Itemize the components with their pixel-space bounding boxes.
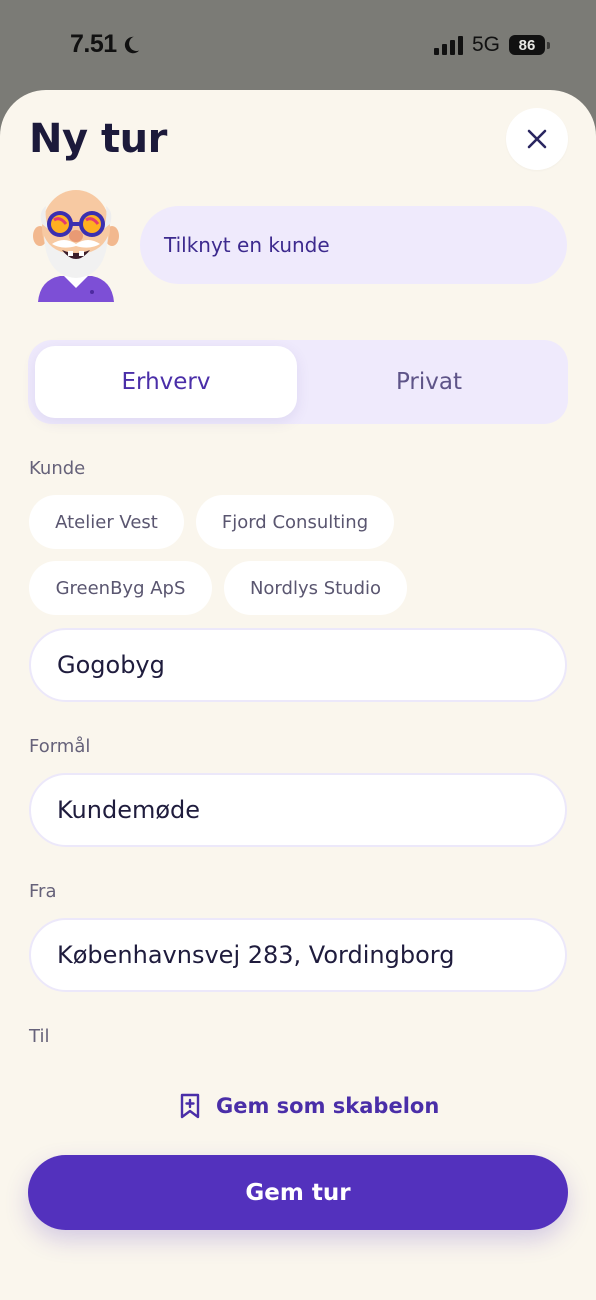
close-button[interactable] — [506, 108, 568, 170]
network-label: 5G — [471, 33, 500, 56]
to-label: Til — [29, 1026, 50, 1047]
customer-label: Kunde — [29, 458, 86, 479]
status-bar: 7.51 5G 86 — [0, 0, 596, 90]
save-as-template-link[interactable]: Gem som skabelon — [178, 1090, 439, 1122]
tab-erhverv[interactable]: Erhverv — [35, 346, 297, 418]
from-label: Fra — [29, 881, 57, 902]
link-customer-prompt[interactable]: Tilknyt en kunde — [140, 206, 567, 284]
trip-type-selector: Erhverv Privat — [28, 340, 568, 424]
status-time: 7.51 — [70, 30, 142, 59]
page-title: Ny tur — [29, 116, 167, 162]
customer-input[interactable]: Gogobyg — [29, 628, 567, 702]
battery-icon: 86 — [509, 35, 550, 55]
bookmark-plus-icon — [180, 1093, 200, 1119]
customer-chip-greenbyg[interactable]: GreenByg ApS — [29, 561, 212, 615]
purpose-input[interactable]: Kundemøde — [29, 773, 567, 847]
status-indicators: 5G 86 — [433, 33, 550, 57]
close-icon — [527, 129, 547, 149]
customer-chip-nordlys-studio[interactable]: Nordlys Studio — [224, 561, 407, 615]
from-address-input[interactable]: Københavnsvej 283, Vordingborg — [29, 918, 567, 992]
mascot-avatar — [33, 190, 119, 302]
save-as-template-label: Gem som skabelon — [216, 1094, 440, 1118]
signal-icon — [433, 35, 463, 55]
tab-privat[interactable]: Privat — [298, 346, 560, 418]
purpose-label: Formål — [29, 736, 91, 757]
time-label: 7.51 — [70, 30, 117, 58]
save-trip-button[interactable]: Gem tur — [28, 1155, 568, 1230]
customer-chip-fjord-consulting[interactable]: Fjord Consulting — [196, 495, 394, 549]
moon-icon — [124, 36, 139, 53]
customer-chip-atelier-vest[interactable]: Atelier Vest — [29, 495, 184, 549]
battery-level: 86 — [509, 35, 545, 55]
